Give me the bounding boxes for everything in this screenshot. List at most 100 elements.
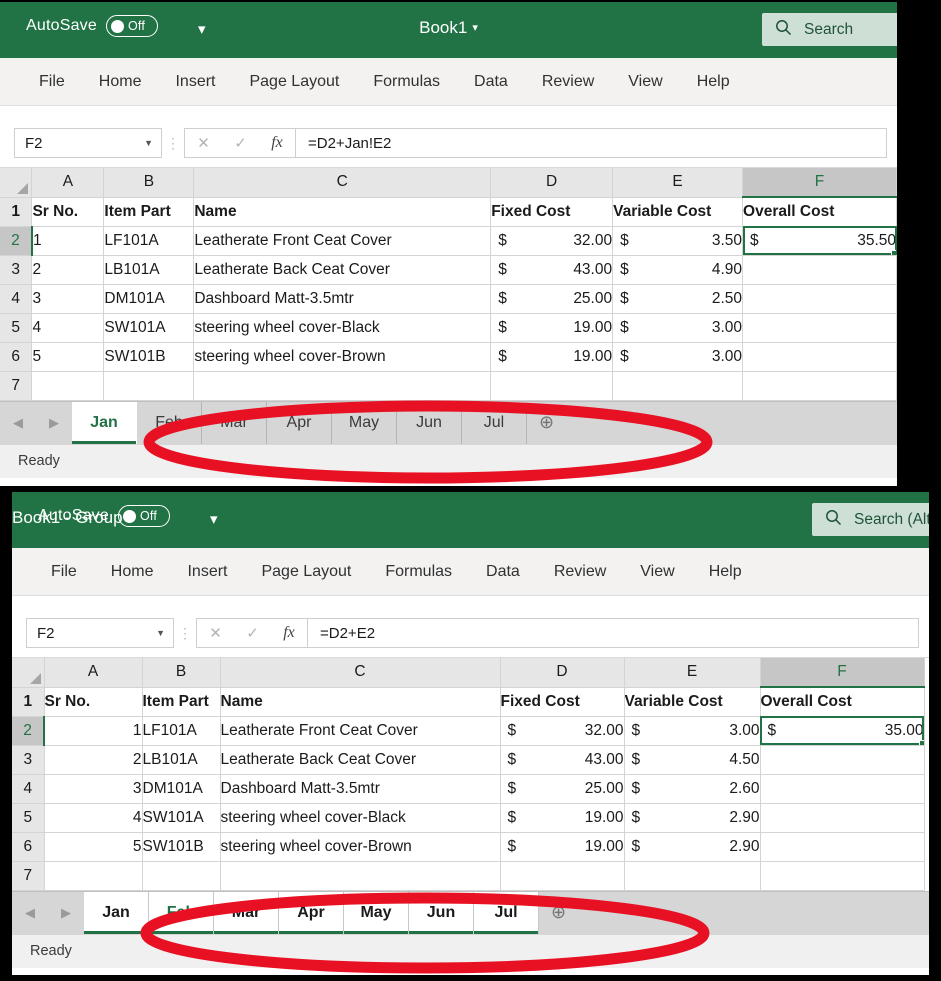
cell-f2-selected[interactable]: $35.50 (743, 226, 897, 255)
search-box[interactable]: Search (762, 13, 897, 46)
column-header-a[interactable]: A (44, 658, 142, 687)
cell-e1[interactable]: Variable Cost (613, 197, 743, 226)
column-header-a[interactable]: A (32, 168, 104, 197)
sheet-tab-jun[interactable]: Jun (409, 892, 474, 934)
ribbon-tab-home[interactable]: Home (82, 68, 159, 96)
cell-a3[interactable]: 2 (44, 745, 142, 774)
cell-b4[interactable]: DM101A (142, 774, 220, 803)
row-header-3[interactable]: 3 (0, 255, 32, 284)
column-header-d[interactable]: D (500, 658, 624, 687)
cell-e2[interactable]: $3.50 (613, 226, 743, 255)
cell-c1[interactable]: Name (220, 687, 500, 716)
cell-d3[interactable]: $43.00 (500, 745, 624, 774)
search-box[interactable]: Search (Alt (812, 503, 929, 536)
cell-f7[interactable] (743, 371, 897, 400)
cell-d4[interactable]: $25.00 (500, 774, 624, 803)
ribbon-tab-review[interactable]: Review (525, 68, 611, 96)
cell-b1[interactable]: Item Part (142, 687, 220, 716)
cell-a5[interactable]: 4 (44, 803, 142, 832)
cell-a4[interactable]: 3 (44, 774, 142, 803)
cell-e5[interactable]: $2.90 (624, 803, 760, 832)
cell-f6[interactable] (760, 832, 924, 861)
cell-d3[interactable]: $43.00 (491, 255, 613, 284)
cell-c7[interactable] (194, 371, 491, 400)
ribbon-tab-help[interactable]: Help (680, 68, 747, 96)
fill-handle[interactable] (891, 250, 897, 256)
sheet-tab-mar[interactable]: Mar (214, 892, 279, 934)
cell-a5[interactable]: 4 (32, 313, 104, 342)
column-header-d[interactable]: D (491, 168, 613, 197)
tab-left-arrow-icon[interactable]: ◀ (25, 905, 35, 921)
column-header-b[interactable]: B (104, 168, 194, 197)
cell-d7[interactable] (491, 371, 613, 400)
sheet-tab-apr[interactable]: Apr (279, 892, 344, 934)
row-header-4[interactable]: 4 (12, 774, 44, 803)
cell-a2[interactable]: 1 (32, 226, 104, 255)
sheet-tab-may[interactable]: May (344, 892, 409, 934)
column-header-e[interactable]: E (613, 168, 743, 197)
cell-b5[interactable]: SW101A (142, 803, 220, 832)
cell-a4[interactable]: 3 (32, 284, 104, 313)
cell-a7[interactable] (32, 371, 104, 400)
cell-d6[interactable]: $19.00 (500, 832, 624, 861)
ribbon-tab-formulas[interactable]: Formulas (368, 558, 469, 586)
cancel-x-icon[interactable]: ✕ (209, 624, 222, 642)
cell-f5[interactable] (760, 803, 924, 832)
ribbon-tab-page-layout[interactable]: Page Layout (244, 558, 368, 586)
cell-e4[interactable]: $2.60 (624, 774, 760, 803)
check-icon[interactable]: ✓ (246, 624, 259, 642)
row-header-1[interactable]: 1 (12, 687, 44, 716)
cell-b3[interactable]: LB101A (142, 745, 220, 774)
ribbon-tab-data[interactable]: Data (457, 68, 525, 96)
cell-e4[interactable]: $2.50 (613, 284, 743, 313)
row-header-6[interactable]: 6 (0, 342, 32, 371)
cell-b2[interactable]: LF101A (104, 226, 194, 255)
column-header-e[interactable]: E (624, 658, 760, 687)
cell-b1[interactable]: Item Part (104, 197, 194, 226)
cell-e7[interactable] (624, 861, 760, 890)
cell-d2[interactable]: $32.00 (500, 716, 624, 745)
sheet-tab-mar[interactable]: Mar (202, 402, 267, 444)
select-all-triangle-icon[interactable] (12, 658, 44, 687)
cell-f1[interactable]: Overall Cost (743, 197, 897, 226)
row-header-5[interactable]: 5 (0, 313, 32, 342)
tab-right-arrow-icon[interactable]: ▶ (49, 415, 59, 431)
cell-e2[interactable]: $3.00 (624, 716, 760, 745)
cell-d5[interactable]: $19.00 (500, 803, 624, 832)
autosave-control[interactable]: AutoSave Off (38, 505, 170, 527)
cell-e3[interactable]: $4.50 (624, 745, 760, 774)
cell-c2[interactable]: Leatherate Front Ceat Cover (194, 226, 491, 255)
select-all-triangle-icon[interactable] (0, 168, 32, 197)
sheet-tab-jan[interactable]: Jan (84, 892, 149, 934)
cell-e3[interactable]: $4.90 (613, 255, 743, 284)
ribbon-tab-insert[interactable]: Insert (158, 68, 232, 96)
ribbon-tab-file[interactable]: File (22, 68, 82, 96)
cell-b6[interactable]: SW101B (142, 832, 220, 861)
cell-e5[interactable]: $3.00 (613, 313, 743, 342)
cell-e7[interactable] (613, 371, 743, 400)
cell-c5[interactable]: steering wheel cover-Black (194, 313, 491, 342)
toggle-switch-icon[interactable]: Off (118, 505, 170, 527)
formula-input[interactable]: =D2+E2 (308, 618, 919, 648)
cancel-x-icon[interactable]: ✕ (197, 134, 210, 152)
cell-a1[interactable]: Sr No. (44, 687, 142, 716)
row-header-4[interactable]: 4 (0, 284, 32, 313)
cell-f3[interactable] (760, 745, 924, 774)
sheet-tab-feb[interactable]: Feb (137, 402, 202, 444)
row-header-1[interactable]: 1 (0, 197, 32, 226)
cell-c5[interactable]: steering wheel cover-Black (220, 803, 500, 832)
chevron-down-icon[interactable]: ▼ (156, 628, 165, 638)
sheet-tab-jun[interactable]: Jun (397, 402, 462, 444)
toggle-switch-icon[interactable]: Off (106, 15, 158, 37)
cell-d6[interactable]: $19.00 (491, 342, 613, 371)
cell-a6[interactable]: 5 (44, 832, 142, 861)
cell-b2[interactable]: LF101A (142, 716, 220, 745)
ribbon-tab-insert[interactable]: Insert (170, 558, 244, 586)
check-icon[interactable]: ✓ (234, 134, 247, 152)
row-header-7[interactable]: 7 (0, 371, 32, 400)
cell-d1[interactable]: Fixed Cost (491, 197, 613, 226)
cell-b7[interactable] (104, 371, 194, 400)
row-header-7[interactable]: 7 (12, 861, 44, 890)
column-header-f[interactable]: F (760, 658, 924, 687)
cell-e6[interactable]: $2.90 (624, 832, 760, 861)
